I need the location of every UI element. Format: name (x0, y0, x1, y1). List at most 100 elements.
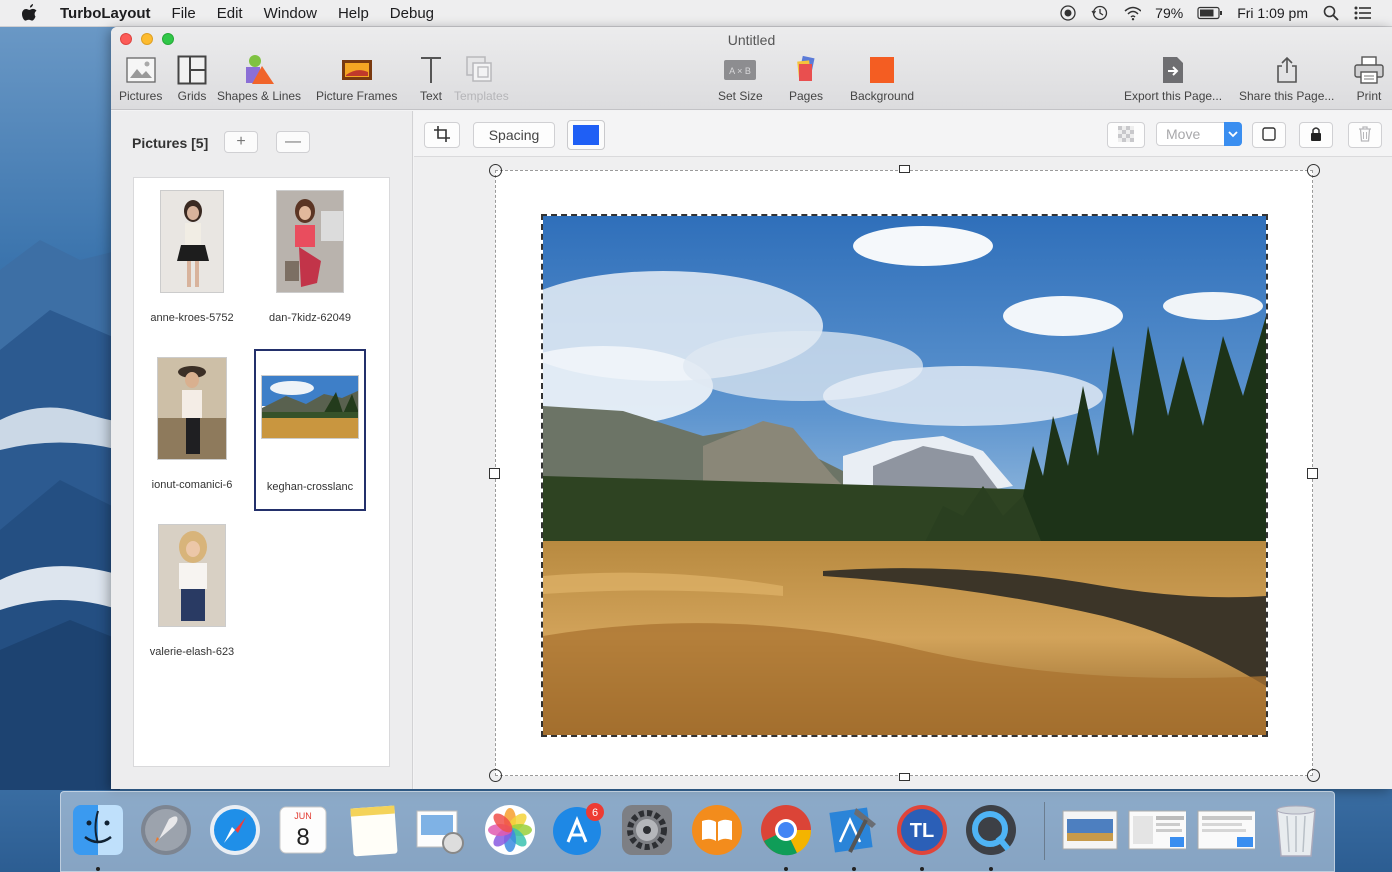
wifi-icon[interactable] (1123, 4, 1142, 22)
templates-icon (464, 53, 498, 87)
menu-edit[interactable]: Edit (217, 5, 243, 22)
trash-icon (1358, 125, 1372, 145)
apple-icon[interactable] (22, 4, 44, 22)
resize-handle-bottom[interactable] (899, 773, 910, 781)
minimized-window-thumbnail[interactable] (1128, 801, 1186, 859)
shapes-lines-button[interactable]: Shapes & Lines (217, 53, 301, 103)
arrange-button[interactable] (1252, 122, 1286, 148)
picture-frame-icon (340, 53, 374, 87)
menu-window[interactable]: Window (264, 5, 317, 22)
notes-icon[interactable] (344, 801, 402, 859)
share-icon (1270, 53, 1304, 87)
quicktime-icon[interactable] (962, 801, 1020, 859)
picture-thumbnail (276, 190, 344, 293)
picture-item-selected[interactable]: keghan-crosslanc (254, 349, 366, 511)
set-size-icon: A × B (723, 53, 757, 87)
spacing-button[interactable]: Spacing (473, 122, 555, 148)
system-preferences-icon[interactable] (618, 801, 676, 859)
remove-picture-button[interactable]: — (276, 131, 310, 153)
grids-button[interactable]: Grids (175, 53, 209, 103)
rotate-handle[interactable] (489, 769, 502, 782)
calendar-month: JUN (294, 811, 312, 821)
export-page-button[interactable]: Export this Page... (1124, 53, 1222, 103)
calendar-icon[interactable]: JUN 8 (274, 801, 332, 859)
xcode-icon[interactable] (825, 801, 883, 859)
app-store-badge: 6 (592, 807, 598, 819)
photos-icon[interactable] (481, 801, 539, 859)
rotate-handle[interactable] (489, 164, 502, 177)
landscape-photo-image (543, 216, 1266, 735)
minimized-window-thumbnail[interactable] (1197, 801, 1255, 859)
spotlight-search-icon[interactable] (1322, 4, 1340, 22)
menu-app-name[interactable]: TurboLayout (60, 5, 151, 22)
grid-icon (175, 53, 209, 87)
resize-handle-right[interactable] (1307, 468, 1318, 479)
printer-icon (1352, 53, 1386, 87)
trash-icon[interactable] (1267, 801, 1325, 859)
move-select-value: Move (1166, 126, 1201, 142)
picture-item[interactable]: dan-7kidz-62049 (254, 182, 366, 344)
menubar-clock[interactable]: Fri 1:09 pm (1237, 5, 1308, 21)
lock-button[interactable] (1299, 122, 1333, 148)
picture-thumbnail (158, 524, 226, 627)
checkerboard-icon (1118, 125, 1134, 145)
running-indicator (852, 867, 856, 871)
picture-thumbnail (157, 357, 227, 460)
placed-photo[interactable] (541, 214, 1268, 737)
resize-handle-left[interactable] (489, 468, 500, 479)
crop-icon (434, 125, 450, 145)
move-select[interactable]: Move (1156, 122, 1242, 146)
finder-icon[interactable] (69, 801, 127, 859)
pictures-list: anne-kroes-5752 dan-7kidz-62049 ionut-co… (133, 177, 390, 767)
text-button[interactable]: Text (414, 53, 448, 103)
launchpad-icon[interactable] (137, 801, 195, 859)
picture-item[interactable]: ionut-comanici-6 (136, 349, 248, 511)
record-icon[interactable] (1059, 4, 1077, 22)
print-button[interactable]: Print (1352, 53, 1386, 103)
delete-button[interactable] (1348, 122, 1382, 148)
text-icon (414, 53, 448, 87)
format-toolbar: Spacing Move (414, 111, 1392, 157)
calendar-day: 8 (296, 824, 309, 851)
picture-icon (124, 53, 158, 87)
shapes-icon (242, 53, 276, 87)
ibooks-icon[interactable] (688, 801, 746, 859)
rotate-handle[interactable] (1307, 164, 1320, 177)
chrome-icon[interactable] (757, 801, 815, 859)
resize-handle-top[interactable] (899, 165, 910, 173)
picture-frames-button[interactable]: Picture Frames (316, 53, 397, 103)
running-indicator (96, 867, 100, 871)
turbolayout-icon[interactable]: TL (893, 801, 951, 859)
menu-file[interactable]: File (172, 5, 196, 22)
share-page-button[interactable]: Share this Page... (1239, 53, 1334, 103)
menu-debug[interactable]: Debug (390, 5, 434, 22)
pictures-button[interactable]: Pictures (119, 53, 162, 103)
set-size-glyph: A × B (729, 66, 751, 76)
picture-item[interactable]: anne-kroes-5752 (136, 182, 248, 344)
picture-item[interactable]: valerie-elash-623 (136, 516, 248, 678)
app-store-icon[interactable]: 6 (549, 801, 607, 859)
menu-help[interactable]: Help (338, 5, 369, 22)
pages-button[interactable]: Pages (789, 53, 823, 103)
rotate-handle[interactable] (1307, 769, 1320, 782)
app-window: Untitled Pictures Grids Shapes & Lines P… (111, 27, 1392, 789)
templates-button[interactable]: Templates (454, 53, 509, 103)
pattern-button[interactable] (1107, 122, 1145, 148)
crop-button[interactable] (424, 122, 460, 148)
notification-center-icon[interactable] (1354, 4, 1372, 22)
background-button[interactable]: Background (850, 53, 914, 103)
desktop-wallpaper (0, 240, 120, 790)
safari-icon[interactable] (206, 801, 264, 859)
picture-thumbnail (160, 190, 224, 293)
time-machine-icon[interactable] (1091, 4, 1109, 22)
running-indicator (989, 867, 993, 871)
fill-color-well[interactable] (567, 120, 605, 150)
minimized-window-thumbnail[interactable] (1061, 801, 1119, 859)
add-picture-button[interactable]: + (224, 131, 258, 153)
dock: JUN 8 6 TL (60, 791, 1335, 872)
preview-icon[interactable] (411, 801, 469, 859)
picture-filename: ionut-comanici-6 (151, 479, 233, 491)
set-size-button[interactable]: A × B Set Size (718, 53, 763, 103)
window-toolbar: Untitled Pictures Grids Shapes & Lines P… (111, 27, 1392, 110)
battery-icon[interactable] (1197, 4, 1223, 22)
